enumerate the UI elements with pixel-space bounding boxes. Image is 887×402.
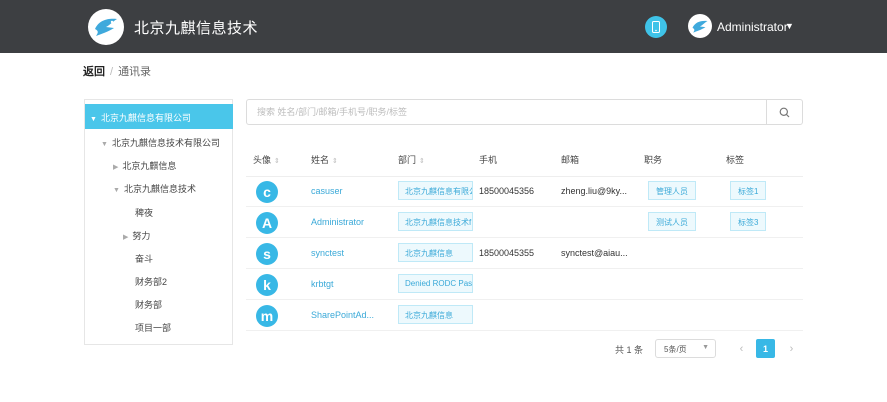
contact-name[interactable]: SharePointAd... xyxy=(311,310,381,320)
contact-name[interactable]: synctest xyxy=(311,248,381,258)
tree-node[interactable]: 财务部2 xyxy=(135,275,167,288)
breadcrumb: 返回 / 通讯录 xyxy=(83,63,151,79)
breadcrumb-current: 通讯录 xyxy=(118,66,152,78)
column-email: 邮箱 xyxy=(561,155,580,165)
caret-down-icon: ▼ xyxy=(113,187,120,194)
dept-badge: 北京九麒信息 xyxy=(398,243,473,262)
mobile-cell: 18500045356 xyxy=(479,186,535,196)
contact-name[interactable]: casuser xyxy=(311,186,381,196)
table-row[interactable]: A Administrator 北京九麒信息技术f 测试人员 标签3 xyxy=(246,207,803,238)
breadcrumb-separator: / xyxy=(110,66,114,78)
tree-node[interactable]: 奋斗 xyxy=(135,252,153,265)
tree-node-label: 财务部 xyxy=(135,300,163,310)
tag-badge: 标签3 xyxy=(730,212,767,231)
position-badge: 测试人员 xyxy=(648,212,696,231)
app-title: 北京九麒信息技术 xyxy=(134,20,259,37)
email-cell: zheng.liu@9ky... xyxy=(561,186,628,196)
contact-name[interactable]: Administrator xyxy=(311,217,381,227)
tree-node[interactable]: 项目一部 xyxy=(135,321,171,334)
caret-down-icon: ▼ xyxy=(90,116,97,123)
org-tree: ▼ 北京九麒信息有限公司 ▼ 北京九麒信息技术有限公司 ▶ 北京九麒信息 ▼ 北京九麒信… xyxy=(84,99,233,345)
tree-node[interactable]: 财务部 xyxy=(135,298,162,311)
sort-icon[interactable]: ⇕ xyxy=(274,158,280,165)
sort-icon[interactable]: ⇕ xyxy=(419,158,425,165)
search-icon[interactable] xyxy=(766,100,802,124)
column-name[interactable]: 姓名 ⇕ xyxy=(311,153,338,166)
tree-node-label: 北京九麒信息 xyxy=(122,161,177,171)
top-header: 北京九麒信息技术 Administrator ▼ xyxy=(0,0,887,53)
chevron-down-icon: ▼ xyxy=(702,344,709,351)
avatar[interactable]: m xyxy=(256,305,278,327)
user-avatar[interactable] xyxy=(688,14,712,38)
tree-node-label: 财务部2 xyxy=(135,277,168,287)
tree-node[interactable]: ▶ 努力 xyxy=(123,229,150,242)
column-position: 职务 xyxy=(644,155,663,165)
dept-badge: 北京九麒信息技术f xyxy=(398,212,473,231)
tree-node-label: 努力 xyxy=(132,231,151,241)
mobile-cell: 18500045355 xyxy=(479,248,535,258)
tree-node[interactable]: ▼ 北京九麒信息技术 xyxy=(113,182,196,195)
tag-badge: 标签1 xyxy=(730,181,767,200)
tree-node[interactable]: ▼ 北京九麒信息技术有限公司 xyxy=(101,136,220,149)
table-row[interactable]: k krbtgt Denied RODC Pas xyxy=(246,269,803,300)
prev-page-button[interactable]: ‹ xyxy=(732,339,751,358)
bird-logo-icon[interactable] xyxy=(88,9,124,45)
column-label: 头像 xyxy=(253,155,272,165)
contact-name[interactable]: krbtgt xyxy=(311,279,381,289)
avatar[interactable]: c xyxy=(256,181,278,203)
dept-badge: 北京九麒信息有限公 xyxy=(398,181,473,200)
tree-root[interactable]: ▼ 北京九麒信息有限公司 xyxy=(85,104,233,129)
tree-node-label: 奋斗 xyxy=(135,254,154,264)
column-avatar[interactable]: 头像 ⇕ xyxy=(253,153,280,166)
caret-down-icon: ▼ xyxy=(101,141,108,148)
column-mobile: 手机 xyxy=(479,155,498,165)
column-label: 部门 xyxy=(398,155,417,165)
caret-right-icon: ▶ xyxy=(113,164,119,171)
tree-node-label: 北京九麒信息技术有限公司 xyxy=(111,138,220,148)
caret-right-icon: ▶ xyxy=(123,234,129,241)
avatar[interactable]: s xyxy=(256,243,278,265)
page-size-select[interactable]: 5条/页 ▼ xyxy=(655,339,716,358)
tree-node-label: 北京九麒信息技术 xyxy=(123,184,196,194)
pagination-total: 共 1 条 xyxy=(615,345,644,355)
phone-icon[interactable] xyxy=(645,16,667,38)
tree-node[interactable]: ▶ 北京九麒信息 xyxy=(113,159,176,172)
chevron-down-icon[interactable]: ▼ xyxy=(785,21,794,31)
table-row[interactable]: c casuser 北京九麒信息有限公 18500045356 zheng.li… xyxy=(246,176,803,207)
dept-badge: 北京九麒信息 xyxy=(398,305,473,324)
search-input[interactable] xyxy=(247,100,767,124)
table-row[interactable]: s synctest 北京九麒信息 18500045355 synctest@a… xyxy=(246,238,803,269)
column-label: 姓名 xyxy=(311,155,330,165)
table-row[interactable]: m SharePointAd... 北京九麒信息 xyxy=(246,300,803,331)
position-badge: 管理人员 xyxy=(648,181,696,200)
column-tag: 标签 xyxy=(726,155,745,165)
search-bar xyxy=(246,99,803,125)
dept-badge: Denied RODC Pas xyxy=(398,274,473,293)
tree-node-label: 稗夜 xyxy=(135,208,154,218)
avatar[interactable]: k xyxy=(256,274,278,296)
avatar[interactable]: A xyxy=(256,212,278,234)
tree-root-label: 北京九麒信息有限公司 xyxy=(100,113,191,123)
sort-icon[interactable]: ⇕ xyxy=(332,158,338,165)
tree-node[interactable]: 稗夜 xyxy=(135,206,153,219)
page-1-button[interactable]: 1 xyxy=(756,339,775,358)
tree-node-label: 项目一部 xyxy=(135,323,172,333)
email-cell: synctest@aiau... xyxy=(561,248,628,258)
column-dept[interactable]: 部门 ⇕ xyxy=(398,153,425,166)
user-name[interactable]: Administrator xyxy=(717,20,788,34)
page-size-value: 5条/页 xyxy=(664,345,687,354)
next-page-button[interactable]: › xyxy=(782,339,801,358)
back-link[interactable]: 返回 xyxy=(83,66,105,78)
